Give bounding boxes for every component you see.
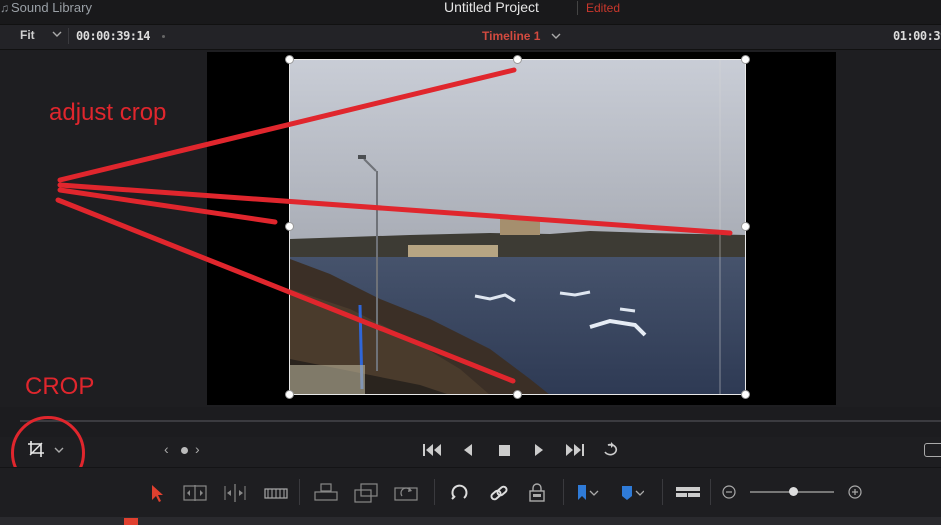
dynamic-trim-icon[interactable] [222,482,248,504]
zoom-dropdown[interactable]: Fit [20,28,35,42]
crop-handle-bottom[interactable] [513,390,522,399]
crop-handle-bottom-left[interactable] [285,390,294,399]
crop-handle-top-right[interactable] [741,55,750,64]
music-note-icon: ♫ [0,1,9,15]
annotation-adjust-crop: adjust crop [49,99,167,126]
next-clip-button[interactable]: › [195,441,200,457]
linked-selection-icon[interactable] [486,482,512,504]
crop-handle-top-left[interactable] [285,55,294,64]
trim-edit-icon[interactable] [182,482,208,504]
overwrite-clip-icon[interactable] [353,482,379,504]
annotation-crop: CROP [25,373,95,400]
record-timecode: 01:00:39 [893,29,941,43]
crop-handle-left[interactable] [285,222,294,231]
chevron-down-icon[interactable] [551,31,561,41]
viewer-mode-button[interactable] [924,443,941,457]
sound-library-label: Sound Library [11,0,92,15]
playhead[interactable] [124,518,138,525]
zoom-out-icon[interactable] [722,485,736,499]
skip-to-start-icon[interactable] [421,441,443,459]
previous-clip-button[interactable]: ‹ [164,441,169,457]
crop-handle-bottom-right[interactable] [741,390,750,399]
play-icon[interactable] [528,441,550,459]
edited-status: Edited [577,1,620,15]
replace-clip-icon[interactable] [393,482,419,504]
sound-library-tab[interactable]: ♫ Sound Library [0,0,92,16]
toolbar-divider [662,479,663,505]
chevron-down-icon[interactable] [52,29,62,39]
skip-to-end-icon[interactable] [564,441,586,459]
toolbar-divider [299,479,300,505]
toolbar-divider [434,479,435,505]
zoom-slider-thumb[interactable] [789,487,798,496]
stop-icon[interactable] [493,441,515,459]
project-title: Untitled Project [444,0,539,15]
timeline-selector[interactable]: Timeline 1 [482,29,540,43]
timeline-view-options-icon[interactable] [675,482,701,504]
snapping-icon[interactable] [447,482,473,504]
scrubber-track[interactable] [20,420,941,422]
scrubber-bar [0,407,941,437]
loop-icon[interactable] [600,441,622,459]
marker-icon[interactable] [618,482,644,504]
toolbar-divider [563,479,564,505]
crop-handle-top[interactable] [513,55,522,64]
blade-edit-icon[interactable] [263,482,289,504]
toolbar-divider [710,479,711,505]
insert-clip-icon[interactable] [313,482,339,504]
position-lock-icon[interactable] [524,482,550,504]
zoom-in-icon[interactable] [848,485,862,499]
selection-arrow-icon[interactable] [144,482,170,504]
source-timecode: 00:00:39:14 [76,29,150,43]
flag-icon[interactable] [573,482,599,504]
clip-nav-dot[interactable] [181,447,188,454]
crop-frame[interactable] [289,59,746,395]
timeline-ruler[interactable] [0,517,941,525]
status-dot [162,35,165,38]
divider [68,28,69,44]
play-reverse-icon[interactable] [457,441,479,459]
crop-handle-right[interactable] [741,222,750,231]
